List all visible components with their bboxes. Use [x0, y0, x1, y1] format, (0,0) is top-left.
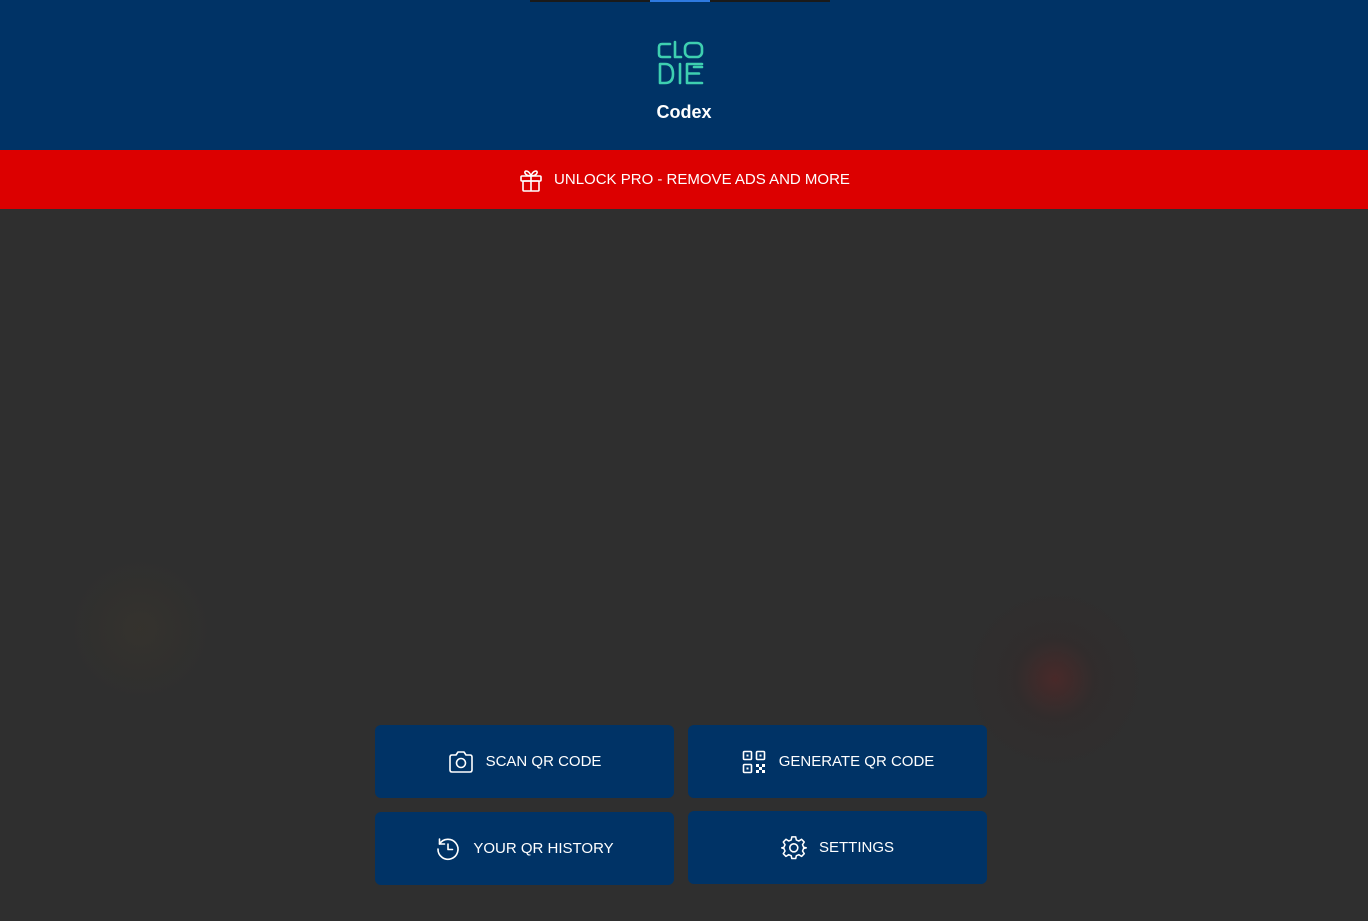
camera-icon	[448, 749, 474, 775]
history-icon	[435, 836, 461, 862]
generate-qr-code-label: GENERATE QR CODE	[778, 753, 935, 770]
codex-logo-icon	[656, 38, 706, 88]
qr-code-icon	[741, 749, 767, 775]
unlock-pro-label: UNLOCK PRO - REMOVE ADS AND MORE	[554, 171, 850, 188]
settings-button[interactable]: SETTINGS	[688, 811, 987, 884]
app-header: Codex	[0, 0, 1368, 150]
main-content-area	[0, 209, 1368, 921]
app-title: Codex	[656, 102, 712, 122]
gift-icon	[518, 167, 544, 193]
top-tab-strip	[530, 0, 830, 2]
generate-qr-code-button[interactable]: GENERATE QR CODE	[688, 725, 987, 798]
unlock-pro-banner[interactable]: UNLOCK PRO - REMOVE ADS AND MORE	[0, 150, 1368, 209]
scan-qr-code-label: SCAN QR CODE	[485, 753, 602, 770]
gear-icon	[780, 835, 807, 861]
top-tab-indicator	[650, 0, 710, 2]
qr-history-button[interactable]: YOUR QR HISTORY	[375, 812, 674, 885]
qr-history-label: YOUR QR HISTORY	[473, 840, 614, 857]
settings-label: SETTINGS	[818, 839, 894, 856]
scan-qr-code-button[interactable]: SCAN QR CODE	[375, 725, 674, 798]
